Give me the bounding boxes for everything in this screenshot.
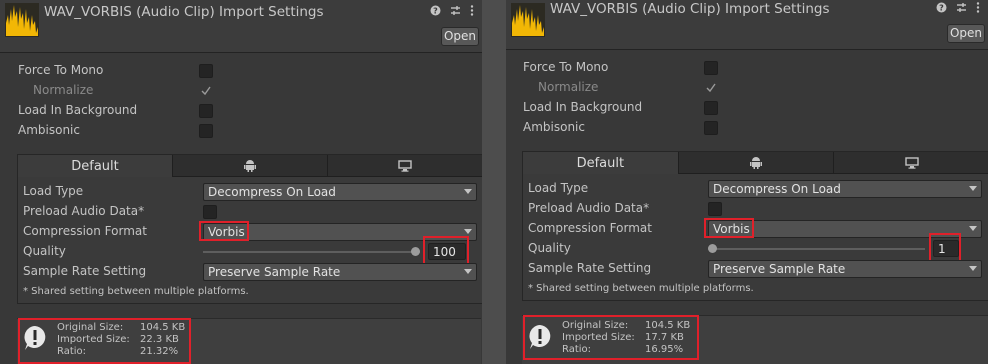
android-icon (750, 157, 762, 169)
force-to-mono-checkbox[interactable] (199, 64, 213, 78)
load-in-background-checkbox[interactable] (704, 101, 718, 115)
svg-text:?: ? (939, 4, 944, 13)
inspector-header: WAV_VORBIS (Audio Clip) Import Settings … (0, 0, 482, 53)
open-button[interactable]: Open (441, 27, 479, 46)
load-in-background-label: Load In Background (18, 103, 138, 117)
help-icon[interactable]: ? (936, 2, 947, 13)
sample-rate-value: Preserve Sample Rate (208, 265, 341, 279)
tab-android[interactable] (173, 155, 328, 177)
compression-highlight (199, 221, 249, 241)
audio-clip-icon (511, 3, 545, 37)
force-to-mono-label: Force To Mono (523, 60, 609, 74)
quality-label: Quality (528, 241, 571, 255)
tab-desktop[interactable] (328, 155, 482, 177)
load-type-label: Load Type (528, 181, 589, 195)
chevron-down-icon (969, 226, 977, 231)
sample-rate-dropdown[interactable]: Preserve Sample Rate (708, 260, 982, 278)
inspector-title: WAV_VORBIS (Audio Clip) Import Settings (550, 1, 830, 17)
preload-audio-label: Preload Audio Data* (23, 204, 145, 218)
settings-icon[interactable] (450, 5, 461, 16)
ambisonic-checkbox[interactable] (199, 124, 213, 138)
normalize-label: Normalize (33, 83, 94, 97)
inspector-panel-right: WAV_VORBIS (Audio Clip) Import Settings … (506, 0, 988, 364)
slider-knob[interactable] (411, 247, 420, 256)
android-icon (244, 160, 256, 172)
ambisonic-checkbox[interactable] (704, 121, 718, 135)
svg-text:?: ? (433, 7, 438, 16)
preload-audio-checkbox[interactable] (708, 202, 722, 216)
tab-desktop[interactable] (834, 152, 988, 174)
audio-clip-icon (5, 3, 39, 37)
quality-highlight (423, 236, 469, 266)
compression-format-label: Compression Format (528, 221, 652, 235)
shared-setting-note: * Shared setting between multiple platfo… (23, 286, 249, 297)
menu-icon[interactable] (976, 2, 980, 13)
checkmark-icon (706, 83, 716, 93)
inspector-title: WAV_VORBIS (Audio Clip) Import Settings (44, 4, 324, 20)
sample-rate-value: Preserve Sample Rate (713, 262, 846, 276)
chevron-down-icon (464, 229, 472, 234)
sample-rate-dropdown[interactable]: Preserve Sample Rate (203, 263, 477, 281)
tab-default-label: Default (576, 155, 625, 171)
tab-default[interactable]: Default (523, 152, 679, 174)
chevron-down-icon (464, 189, 472, 194)
load-type-dropdown[interactable]: Decompress On Load (708, 180, 982, 198)
info-highlight (18, 318, 191, 364)
slider-track (203, 251, 420, 253)
slider-track (708, 248, 925, 250)
inspector-panel-left: WAV_VORBIS (Audio Clip) Import Settings … (0, 0, 482, 364)
preload-audio-label: Preload Audio Data* (528, 201, 650, 215)
load-type-value: Decompress On Load (713, 182, 841, 196)
info-highlight (523, 315, 699, 360)
normalize-label: Normalize (538, 80, 599, 94)
force-to-mono-checkbox[interactable] (704, 61, 718, 75)
quality-highlight (929, 233, 961, 263)
force-to-mono-label: Force To Mono (18, 63, 104, 77)
quality-label: Quality (23, 244, 66, 258)
platform-settings: Default Load Type Decompress On Load Pre… (17, 154, 482, 304)
chevron-down-icon (969, 266, 977, 271)
platform-settings: Default Load Type Decompress On Load Pre… (522, 151, 988, 301)
open-button[interactable]: Open (947, 24, 985, 43)
help-icon[interactable]: ? (430, 5, 441, 16)
chevron-down-icon (464, 269, 472, 274)
load-in-background-checkbox[interactable] (199, 104, 213, 118)
sample-rate-label: Sample Rate Setting (528, 261, 652, 275)
normalize-checkbox[interactable] (199, 84, 213, 98)
tab-default-label: Default (71, 158, 119, 174)
sample-rate-label: Sample Rate Setting (23, 264, 147, 278)
compression-highlight (704, 218, 754, 238)
tab-android[interactable] (678, 152, 835, 174)
monitor-icon (398, 159, 412, 172)
load-type-label: Load Type (23, 184, 84, 198)
ambisonic-label: Ambisonic (18, 123, 80, 137)
chevron-down-icon (969, 186, 977, 191)
load-type-value: Decompress On Load (208, 185, 336, 199)
compression-format-label: Compression Format (23, 224, 147, 238)
checkmark-icon (201, 86, 211, 96)
slider-knob[interactable] (708, 244, 717, 253)
inspector-header: WAV_VORBIS (Audio Clip) Import Settings … (506, 0, 988, 50)
normalize-checkbox[interactable] (704, 81, 718, 95)
settings-icon[interactable] (956, 2, 967, 13)
tab-default[interactable]: Default (18, 155, 173, 177)
menu-icon[interactable] (470, 5, 474, 16)
ambisonic-label: Ambisonic (523, 120, 585, 134)
preload-audio-checkbox[interactable] (203, 205, 217, 219)
shared-setting-note: * Shared setting between multiple platfo… (528, 283, 754, 294)
load-in-background-label: Load In Background (523, 100, 643, 114)
load-type-dropdown[interactable]: Decompress On Load (203, 183, 477, 201)
monitor-icon (904, 156, 919, 169)
